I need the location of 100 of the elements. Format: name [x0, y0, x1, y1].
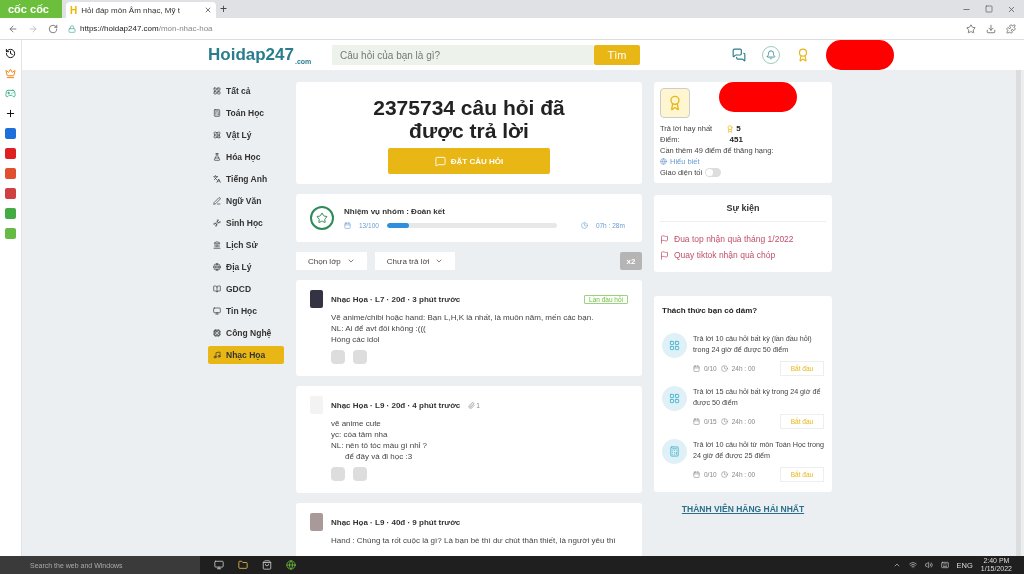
browser-tab[interactable]: H Hỏi đáp môn Âm nhạc, Mỹ t	[66, 2, 216, 18]
event-link[interactable]: Đua top nhận quà tháng 1/2022	[660, 234, 826, 244]
subject-icon	[213, 219, 221, 227]
subject-item[interactable]: Tin Học	[208, 302, 284, 320]
search-field[interactable]: Câu hỏi của bạn là gì?	[332, 45, 594, 65]
subject-icon	[213, 197, 221, 205]
dark-mode-toggle[interactable]	[705, 168, 722, 177]
calculator-icon	[662, 439, 687, 464]
chat-icon[interactable]	[732, 48, 746, 62]
maximize-icon[interactable]	[985, 4, 993, 13]
subject-icon	[213, 131, 221, 139]
volume-icon[interactable]	[924, 561, 933, 569]
add-icon[interactable]	[5, 108, 16, 119]
question-text: Hand : Chúng ta rốt cuộc là gì? Là bạn bè thì dư chút thân thiết, là người yêu thì	[331, 536, 617, 545]
subject-item[interactable]: Lịch Sử	[208, 236, 284, 254]
subject-icon	[213, 175, 221, 183]
points-value: 451	[729, 135, 743, 144]
app-icon[interactable]	[5, 188, 16, 199]
subject-item[interactable]: Địa Lý	[208, 258, 284, 276]
grid-icon	[662, 333, 687, 358]
subject-icon	[213, 351, 221, 359]
calendar-icon	[344, 222, 351, 229]
tray-icon[interactable]	[892, 561, 901, 569]
star-icon	[316, 212, 328, 224]
back-icon[interactable]	[8, 23, 18, 34]
app-icon[interactable]	[5, 148, 16, 159]
filter-dropdown[interactable]: Chưa trả lời	[374, 252, 456, 270]
subject-item[interactable]: Tất cả	[208, 82, 284, 100]
star-icon[interactable]	[966, 23, 976, 34]
chevron-down-icon	[346, 257, 355, 265]
attachment-icon	[468, 401, 476, 409]
question-card[interactable]: Nhạc Họa · L9 · 40đ · 9 phút trước Hand : Chúng ta rốt cuộc là gì? Là bạn bè thì dư chút thân thiết, là người yêu thì	[296, 503, 642, 556]
question-text: để đây và đi học :3	[344, 452, 414, 461]
close-icon[interactable]	[204, 6, 212, 14]
user-avatar	[310, 290, 323, 308]
extensions-icon[interactable]	[1006, 23, 1016, 34]
event-link[interactable]: Quay tiktok nhận quà chóp	[660, 250, 826, 260]
subject-item[interactable]: Hóa Học	[208, 148, 284, 166]
subject-item[interactable]: Vật Lý	[208, 126, 284, 144]
subject-item[interactable]: Nhạc Họa	[208, 346, 284, 364]
browser-icon[interactable]	[286, 560, 296, 570]
redaction-mark	[826, 40, 894, 70]
question-text: yc: cóa tâm nha	[331, 430, 389, 439]
subject-icon	[213, 307, 221, 315]
challenge-title: Thách thức bạn có dám?	[662, 306, 759, 315]
question-icon	[434, 155, 446, 167]
mission-title: Nhiệm vụ nhóm : Đoàn kết	[344, 207, 446, 216]
app-icon[interactable]	[5, 208, 16, 219]
calendar-icon	[693, 365, 700, 372]
app-icon[interactable]	[5, 168, 16, 179]
subject-item[interactable]: Sinh Học	[208, 214, 284, 232]
gamepad-icon[interactable]	[5, 88, 16, 99]
new-tab-button[interactable]: +	[220, 2, 227, 16]
clock-icon	[580, 222, 588, 229]
bell-icon	[766, 50, 776, 60]
download-icon[interactable]	[986, 23, 996, 34]
subject-icon	[213, 241, 221, 249]
question-meta: Nhạc Họa · L9 · 40đ · 9 phút trước	[331, 517, 461, 527]
events-title: Sự kiện	[660, 203, 826, 222]
app-icon[interactable]	[5, 128, 16, 139]
subject-icon	[213, 329, 221, 337]
subject-icon	[213, 285, 221, 293]
user-avatar	[310, 513, 323, 531]
subject-item[interactable]: Công Nghệ	[208, 324, 284, 342]
question-text: Vẽ anime/chibi hoặc hand: Bạn L,H,K là nhất, là muôn năm, mến các bạn.	[331, 313, 595, 322]
question-text: NL: nên tô tóc màu gì nhỉ ?	[331, 441, 429, 450]
network-icon[interactable]	[908, 561, 917, 569]
best-answer-count: 5	[736, 124, 741, 133]
sticker-icon	[331, 467, 345, 481]
filter-dropdown[interactable]: Chọn lớp	[296, 252, 367, 270]
grid-icon	[662, 386, 687, 411]
medal-icon	[667, 95, 683, 111]
question-count: 2375734 câu hỏi đã được trả lời	[372, 96, 566, 142]
folder-icon[interactable]	[238, 560, 248, 570]
crown-icon[interactable]	[5, 68, 16, 79]
question-text: vẽ anime cute	[331, 419, 382, 428]
chevron-down-icon	[435, 257, 444, 265]
calendar-icon	[693, 471, 700, 478]
subject-item[interactable]: Toán Học	[208, 104, 284, 122]
site-favicon: H	[70, 4, 78, 16]
subject-item[interactable]: Tiếng Anh	[208, 170, 284, 188]
tab-title: Hỏi đáp môn Âm nhạc, Mỹ t	[81, 5, 181, 15]
subject-item[interactable]: GDCD	[208, 280, 284, 298]
members-link[interactable]: THÀNH VIÊN HĂNG HÁI NHẤT	[681, 504, 805, 514]
clock-icon	[720, 471, 728, 478]
calendar-icon	[693, 418, 700, 425]
medal-icon	[726, 124, 735, 133]
subject-icon	[213, 263, 221, 271]
task-view-icon[interactable]	[214, 560, 224, 570]
reload-icon[interactable]	[48, 23, 58, 34]
store-icon[interactable]	[262, 560, 272, 570]
clock-icon	[720, 365, 728, 372]
close-icon[interactable]	[1007, 4, 1016, 14]
history-icon[interactable]	[5, 48, 16, 59]
app-icon[interactable]	[5, 228, 16, 239]
keyboard-icon[interactable]	[940, 561, 949, 569]
subject-item[interactable]: Ngữ Văn	[208, 192, 284, 210]
lock-icon	[68, 24, 76, 33]
question-meta: Nhạc Họa · L9 · 20đ · 4 phút trước	[331, 400, 461, 410]
subject-icon	[213, 109, 221, 117]
